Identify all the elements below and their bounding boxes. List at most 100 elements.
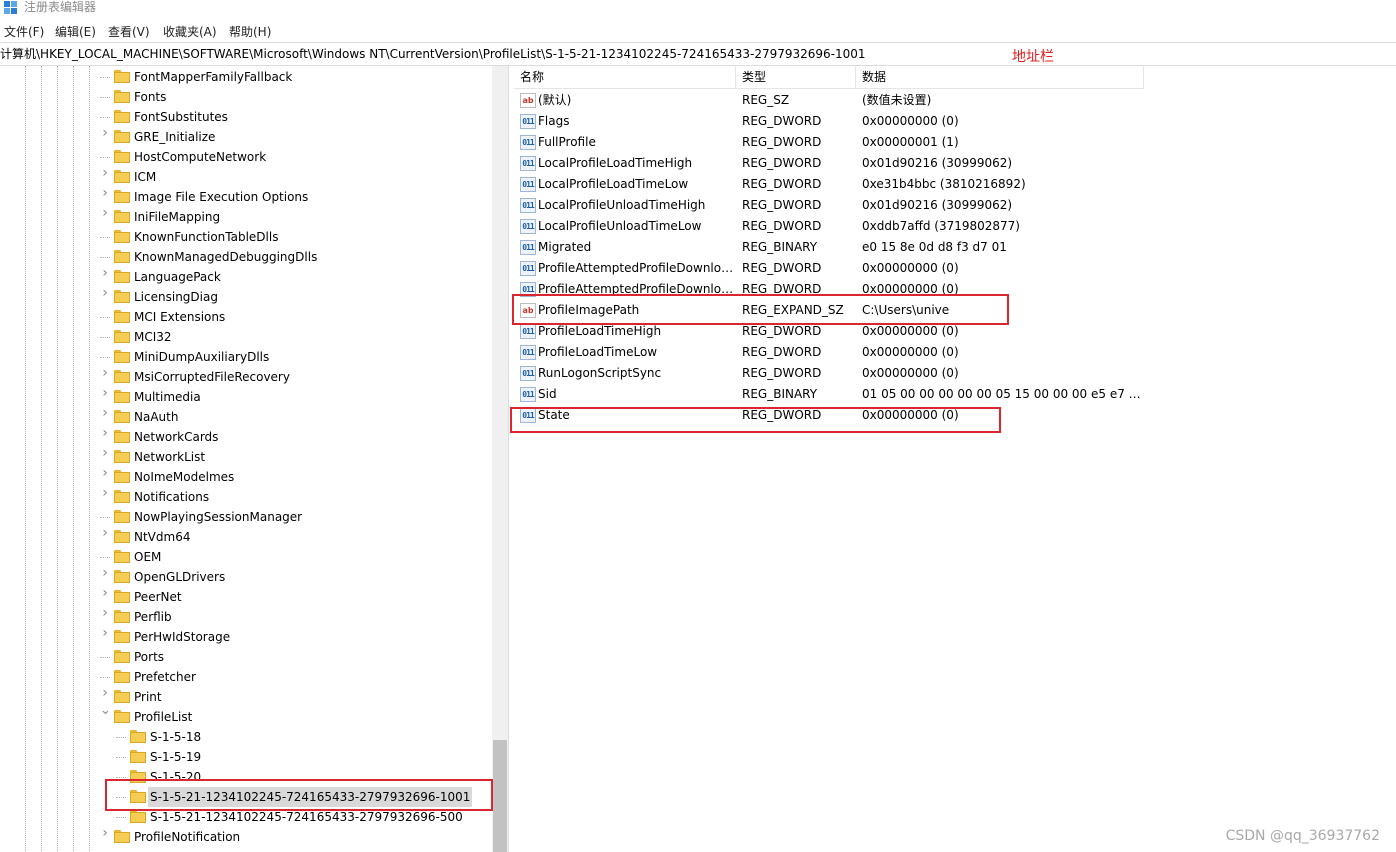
chevron-down-icon[interactable]: ⌄ [100,704,111,717]
tree-item[interactable]: › Multimedia [0,386,492,407]
chevron-right-icon[interactable]: › [100,286,110,300]
tree-item-label: PeerNet [134,590,182,604]
chevron-right-icon[interactable]: › [100,166,110,180]
tree-item[interactable]: S-1-5-18 [0,727,492,747]
value-row[interactable]: 011 LocalProfileUnloadTimeHigh REG_DWORD 0x… [514,195,1144,216]
value-row[interactable]: 011 RunLogonScriptSync REG_DWORD 0x00000000… [514,363,1144,384]
tree-item-label: MCI32 [134,330,172,344]
tree-item-label: ProfileList [134,710,193,724]
value-row[interactable]: 011 LocalProfileLoadTimeLow REG_DWORD 0xe31… [514,174,1144,195]
folder-icon [114,90,130,103]
tree-item[interactable]: KnownFunctionTableDlls [0,227,492,247]
folder-icon [114,570,130,583]
tree-item[interactable]: OEM [0,547,492,567]
value-row[interactable]: 011 Flags REG_DWORD 0x00000000 (0) [514,111,1144,132]
menu-help[interactable]: 帮助(H) [229,22,271,42]
menu-edit[interactable]: 编辑(E) [55,22,96,42]
tree-item[interactable]: Fonts [0,87,492,107]
value-name: ProfileAttemptedProfileDownloa... [538,261,734,275]
tree-item[interactable]: › Print [0,686,492,707]
menu-favorites[interactable]: 收藏夹(A) [163,22,217,42]
chevron-right-icon[interactable]: › [100,426,110,440]
folder-icon [130,750,146,763]
menu-view[interactable]: 查看(V) [108,22,150,42]
tree-item[interactable]: › LanguagePack [0,266,492,287]
value-data: 0x00000000 (0) [862,261,959,275]
tree-item[interactable]: › ICM [0,166,492,187]
tree-item[interactable]: MiniDumpAuxiliaryDlls [0,347,492,367]
chevron-right-icon[interactable]: › [100,266,110,280]
tree-item[interactable]: Prefetcher [0,667,492,687]
folder-icon [114,230,130,243]
tree-vertical-scrollbar[interactable] [492,66,508,852]
annotation-box-state [510,407,1001,433]
address-input[interactable] [0,43,1000,65]
tree-item-label: MsiCorruptedFileRecovery [134,370,290,384]
chevron-right-icon[interactable]: › [100,586,110,600]
tree-item[interactable]: FontMapperFamilyFallback [0,67,492,87]
tree-connector [100,157,110,158]
tree-item-label: Multimedia [134,390,201,404]
chevron-right-icon[interactable]: › [100,466,110,480]
tree-item[interactable]: FontSubstitutes [0,107,492,127]
binary-value-icon: 011 [520,324,536,339]
chevron-right-icon[interactable]: › [100,126,110,140]
value-row[interactable]: 011 ProfileAttemptedProfileDownloa... REG_… [514,258,1144,279]
chevron-right-icon[interactable]: › [100,186,110,200]
tree-item[interactable]: MCI32 [0,327,492,347]
tree-item[interactable]: › Notifications [0,486,492,507]
chevron-right-icon[interactable]: › [100,486,110,500]
tree-item[interactable]: S-1-5-19 [0,747,492,767]
tree-item[interactable]: ⌄ ProfileList [0,704,492,727]
menu-file[interactable]: 文件(F) [4,22,44,42]
folder-icon [114,450,130,463]
tree-item[interactable]: › GRE_Initialize [0,126,492,147]
tree-item[interactable]: › NoImeModelmes [0,466,492,487]
tree-item[interactable]: › LicensingDiag [0,286,492,307]
chevron-right-icon[interactable]: › [100,606,110,620]
tree-item[interactable]: › PerHwIdStorage [0,626,492,647]
tree-item[interactable]: › PeerNet [0,586,492,607]
chevron-right-icon[interactable]: › [100,626,110,640]
tree-item[interactable]: › Perflib [0,606,492,627]
tree-item[interactable]: › NaAuth [0,406,492,427]
scrollbar-thumb[interactable] [493,740,507,852]
tree-item[interactable]: Ports [0,647,492,667]
value-row[interactable]: 011 Sid REG_BINARY 01 05 00 00 00 00 00 05 … [514,384,1144,405]
tree-item[interactable]: › ProfileNotification [0,826,492,847]
tree-connector [100,237,110,238]
column-header-data[interactable]: 数据 [856,66,1144,88]
tree-item[interactable]: HostComputeNetwork [0,147,492,167]
tree-item[interactable]: › OpenGLDrivers [0,566,492,587]
chevron-right-icon[interactable]: › [100,526,110,540]
value-row[interactable]: 011 Migrated REG_BINARY e0 15 8e 0d d8 f3 d… [514,237,1144,258]
value-row[interactable]: 011 FullProfile REG_DWORD 0x00000001 (1) [514,132,1144,153]
tree-item[interactable]: › NetworkCards [0,426,492,447]
chevron-right-icon[interactable]: › [100,386,110,400]
tree-item[interactable]: NowPlayingSessionManager [0,507,492,527]
column-header-type[interactable]: 类型 [736,66,856,88]
tree-item[interactable]: › MsiCorruptedFileRecovery [0,366,492,387]
chevron-right-icon[interactable]: › [100,206,110,220]
value-name: ProfileLoadTimeLow [538,345,658,359]
tree-item-label: KnownFunctionTableDlls [134,230,279,244]
tree-item[interactable]: MCI Extensions [0,307,492,327]
value-row[interactable]: 011 ProfileLoadTimeLow REG_DWORD 0x00000000… [514,342,1144,363]
value-row[interactable]: 011 LocalProfileLoadTimeHigh REG_DWORD 0x01… [514,153,1144,174]
chevron-right-icon[interactable]: › [100,406,110,420]
chevron-right-icon[interactable]: › [100,446,110,460]
tree-item[interactable]: KnownManagedDebuggingDlls [0,247,492,267]
address-bar-annotation: 地址栏 [1012,49,1054,65]
value-row[interactable]: ab (默认) REG_SZ (数值未设置) [514,90,1144,111]
column-header-name[interactable]: 名称 [514,66,736,88]
registry-key-tree: FontMapperFamilyFallback Fonts FontSubstit… [0,66,508,852]
chevron-right-icon[interactable]: › [100,566,110,580]
chevron-right-icon[interactable]: › [100,826,110,840]
tree-item[interactable]: › NtVdm64 [0,526,492,547]
value-row[interactable]: 011 LocalProfileUnloadTimeLow REG_DWORD 0xd… [514,216,1144,237]
tree-item[interactable]: › NetworkList [0,446,492,467]
tree-item[interactable]: › Image File Execution Options [0,186,492,207]
tree-item[interactable]: › IniFileMapping [0,206,492,227]
chevron-right-icon[interactable]: › [100,686,110,700]
chevron-right-icon[interactable]: › [100,366,110,380]
